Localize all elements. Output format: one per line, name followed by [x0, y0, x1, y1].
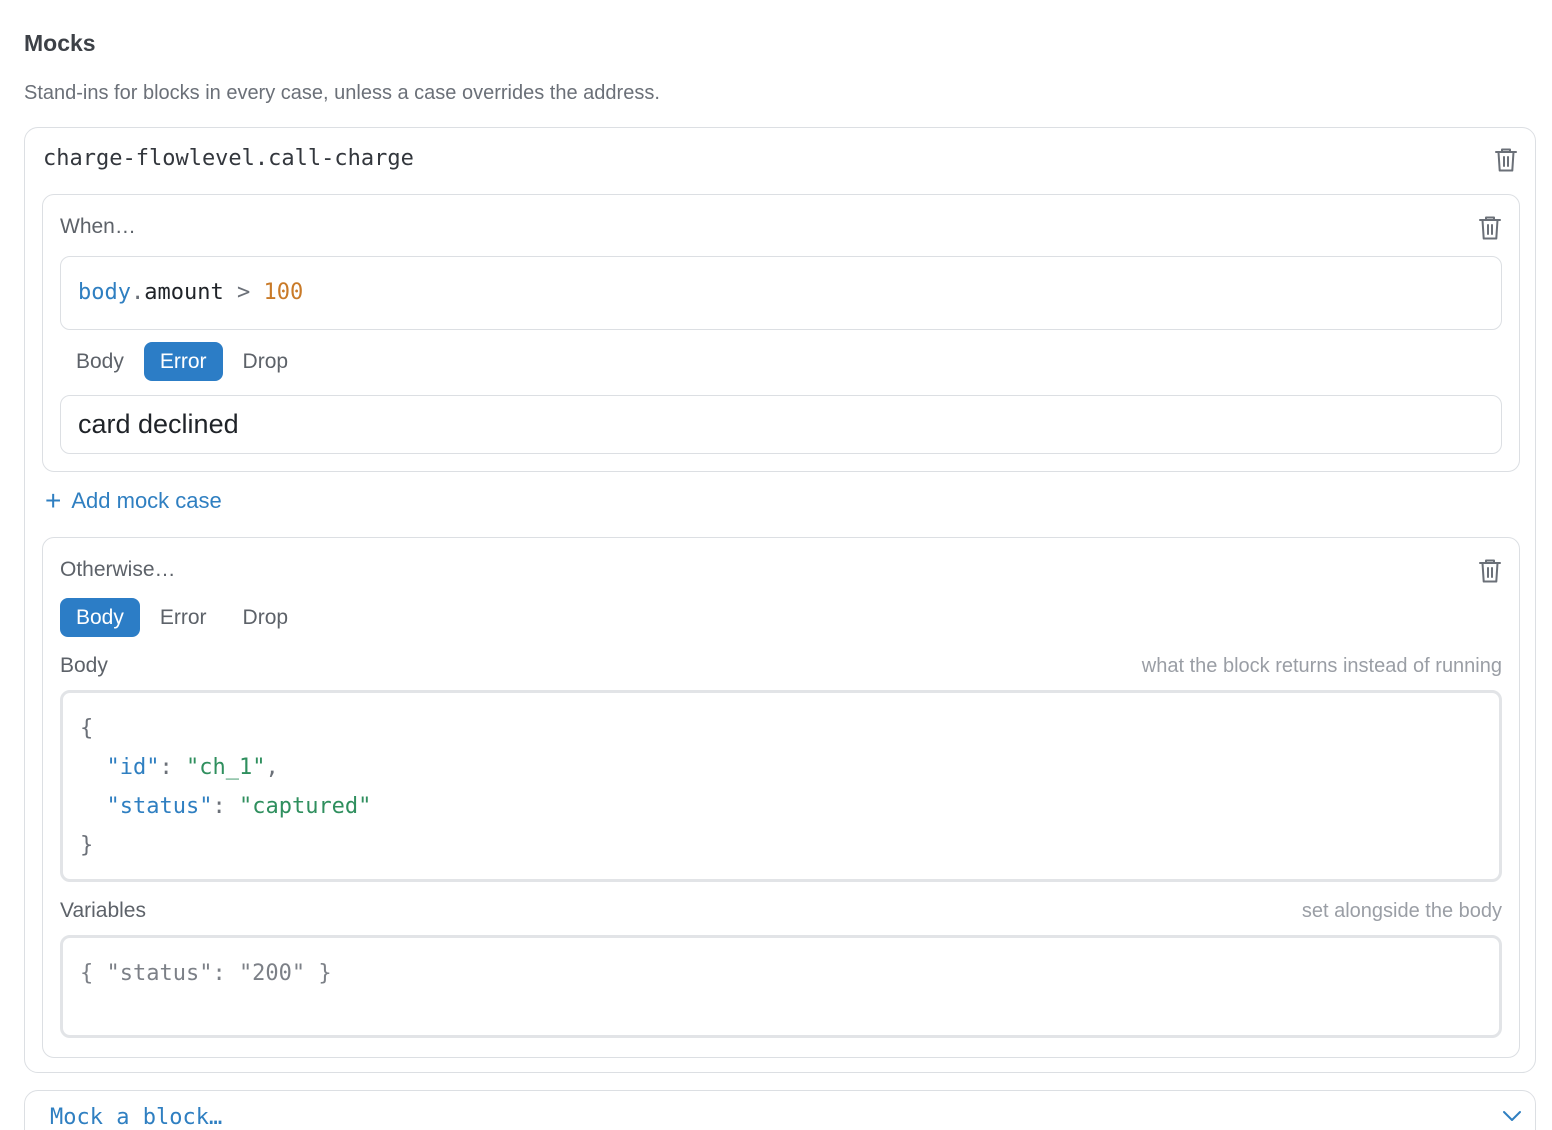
section-title: Mocks: [24, 30, 96, 56]
mock-block-select[interactable]: Mock a block…: [24, 1090, 1536, 1130]
condition-operator: >: [223, 280, 264, 305]
body-field-label: Body: [60, 654, 108, 677]
json-value: "ch_1": [185, 755, 266, 780]
mode-body-tab[interactable]: Body: [60, 342, 140, 381]
mode-error-tab[interactable]: Error: [144, 598, 223, 637]
mock-card: charge-flowlevel.call-charge When… body.…: [24, 127, 1536, 1073]
mode-body-tab[interactable]: Body: [60, 598, 140, 637]
when-case-card: When… body.amount > 100 Body Error Drop …: [42, 194, 1520, 472]
condition-value: 100: [263, 280, 304, 305]
error-message-input[interactable]: card declined: [60, 395, 1502, 454]
delete-mock-button[interactable]: [1494, 147, 1518, 173]
variables-field-label: Variables: [60, 899, 146, 922]
json-key: "status": [106, 794, 213, 819]
otherwise-mode-selector: Body Error Drop: [60, 598, 304, 637]
body-field-hint: what the block returns instead of runnin…: [1141, 655, 1502, 677]
json-trail: ,: [265, 755, 279, 780]
variables-json-editor[interactable]: { "status": "200" }: [60, 935, 1502, 1038]
add-mock-case-label: Add mock case: [71, 488, 222, 513]
variables-field-hint: set alongside the body: [1301, 900, 1502, 922]
add-mock-case-button[interactable]: + Add mock case: [45, 485, 222, 516]
mock-block-select-label: Mock a block…: [50, 1105, 223, 1130]
trash-icon: [1479, 216, 1501, 240]
trash-icon: [1495, 148, 1517, 172]
json-key: "id": [106, 755, 160, 780]
delete-otherwise-button[interactable]: [1478, 558, 1502, 584]
json-open-brace: {: [80, 716, 94, 741]
mode-drop-tab[interactable]: Drop: [227, 598, 305, 637]
json-value: "captured": [238, 794, 372, 819]
mode-error-tab[interactable]: Error: [143, 342, 223, 381]
variables-placeholder: { "status": "200" }: [80, 961, 332, 986]
chevron-down-icon: [1501, 1109, 1523, 1128]
condition-dot: .: [130, 280, 145, 305]
json-close-brace: }: [80, 833, 94, 858]
body-json-editor[interactable]: { "id": "ch_1", "status": "captured" }: [60, 690, 1502, 882]
condition-input[interactable]: body.amount > 100: [60, 256, 1502, 330]
when-label: When…: [60, 215, 136, 238]
section-description: Stand-ins for blocks in every case, unle…: [24, 82, 660, 104]
json-line: "id": "ch_1",: [106, 755, 279, 780]
otherwise-label: Otherwise…: [60, 558, 176, 581]
delete-case-button[interactable]: [1478, 215, 1502, 241]
mock-address: charge-flowlevel.call-charge: [43, 146, 414, 171]
when-mode-selector: Body Error Drop: [60, 342, 304, 381]
trash-icon: [1479, 559, 1501, 583]
otherwise-case-card: Otherwise… Body Error Drop Body what the…: [42, 537, 1520, 1058]
mode-drop-tab[interactable]: Drop: [227, 342, 305, 381]
plus-icon: +: [45, 485, 62, 516]
condition-property: amount: [144, 280, 224, 305]
condition-identifier: body: [78, 280, 131, 305]
json-line: "status": "captured": [106, 794, 372, 819]
